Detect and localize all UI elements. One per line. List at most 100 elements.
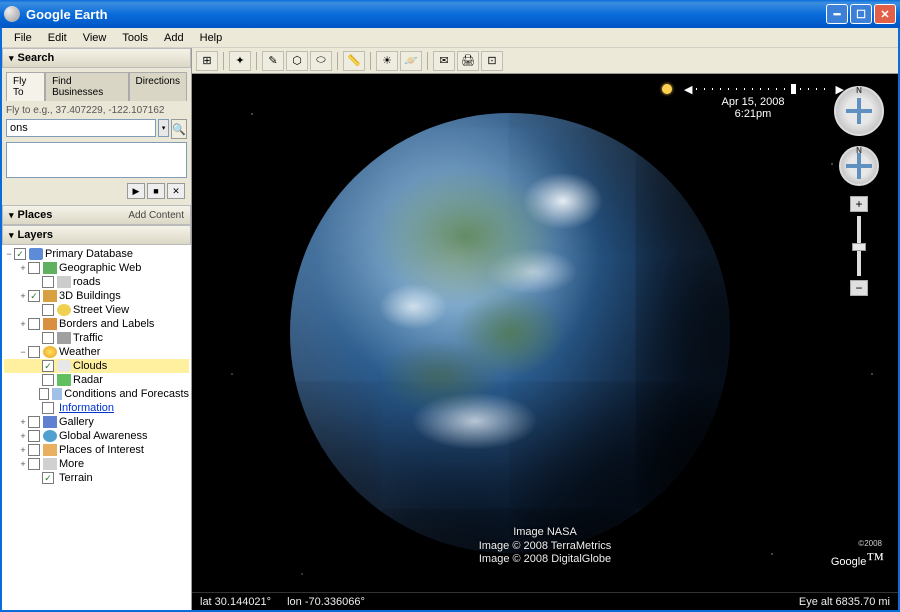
clear-button[interactable]: ✕ [167, 183, 185, 199]
layer-label[interactable]: Geographic Web [59, 262, 141, 274]
layer-checkbox[interactable] [28, 262, 40, 274]
toolbar-polygon[interactable]: ⬡ [286, 51, 308, 71]
layer-checkbox[interactable]: ✓ [28, 290, 40, 302]
expander-icon[interactable]: + [18, 263, 28, 273]
play-button[interactable]: ▶ [127, 183, 145, 199]
layer-checkbox[interactable] [42, 402, 54, 414]
layer-checkbox[interactable] [28, 416, 40, 428]
add-content-link[interactable]: Add Content [128, 210, 184, 221]
toolbar-path[interactable]: ✎ [262, 51, 284, 71]
toolbar-print[interactable]: 🖨 [457, 51, 479, 71]
zoom-out-button[interactable]: − [850, 280, 868, 296]
maximize-button[interactable]: ☐ [850, 4, 872, 24]
layer-row[interactable]: + Borders and Labels [4, 317, 189, 331]
toolbar-overlay[interactable]: ⬭ [310, 51, 332, 71]
layer-row[interactable]: + Places of Interest [4, 443, 189, 457]
layer-label[interactable]: Traffic [73, 332, 103, 344]
zoom-track[interactable] [857, 216, 861, 276]
stop-button[interactable]: ■ [147, 183, 165, 199]
layer-label[interactable]: Gallery [59, 416, 94, 428]
layer-row[interactable]: − Weather [4, 345, 189, 359]
layer-row[interactable]: + Global Awareness [4, 429, 189, 443]
expander-icon[interactable]: + [18, 291, 28, 301]
layer-row[interactable]: + Gallery [4, 415, 189, 429]
layer-checkbox[interactable] [39, 388, 48, 400]
layer-label[interactable]: Borders and Labels [59, 318, 154, 330]
flyto-search-button[interactable]: 🔍 [171, 119, 187, 139]
look-ring[interactable] [834, 86, 884, 136]
menu-help[interactable]: Help [192, 30, 231, 46]
toolbar-sun[interactable]: ☀ [376, 51, 398, 71]
layer-row[interactable]: Street View [4, 303, 189, 317]
layer-row[interactable]: ✓ Clouds [4, 359, 189, 373]
layer-checkbox[interactable]: ✓ [14, 248, 26, 260]
toolbar-ruler[interactable]: 📏 [343, 51, 365, 71]
toolbar-view-in-maps[interactable]: ⊡ [481, 51, 503, 71]
layer-checkbox[interactable] [28, 318, 40, 330]
expander-icon[interactable]: + [18, 431, 28, 441]
expander-icon[interactable]: − [18, 347, 28, 357]
pan-ring[interactable] [839, 146, 879, 186]
earth-view[interactable]: ◀ ▶ Apr 15, 2008 6:21pm + − [192, 74, 898, 592]
layer-row[interactable]: Conditions and Forecasts [4, 387, 189, 401]
layer-checkbox[interactable] [42, 276, 54, 288]
layer-row[interactable]: ✓ Terrain [4, 471, 189, 485]
expander-icon[interactable]: − [4, 249, 14, 259]
minimize-button[interactable]: ━ [826, 4, 848, 24]
zoom-handle[interactable] [852, 243, 866, 251]
layer-label[interactable]: Places of Interest [59, 444, 144, 456]
expander-icon[interactable]: + [18, 445, 28, 455]
menu-file[interactable]: File [6, 30, 40, 46]
layer-row[interactable]: + More [4, 457, 189, 471]
flyto-dropdown[interactable]: ▾ [158, 119, 169, 137]
menu-edit[interactable]: Edit [40, 30, 75, 46]
layer-checkbox[interactable] [42, 304, 54, 316]
layer-checkbox[interactable] [42, 374, 54, 386]
search-panel-header[interactable]: Search [2, 48, 191, 68]
layer-label[interactable]: Street View [73, 304, 129, 316]
layer-label[interactable]: Information [59, 402, 114, 414]
tab-fly-to[interactable]: Fly To [6, 72, 45, 101]
layer-row[interactable]: Traffic [4, 331, 189, 345]
toolbar-email[interactable]: ✉ [433, 51, 455, 71]
earth-globe[interactable] [290, 113, 730, 553]
expander-icon[interactable]: + [18, 417, 28, 427]
zoom-in-button[interactable]: + [850, 196, 868, 212]
time-slider[interactable]: ◀ ▶ Apr 15, 2008 6:21pm [662, 82, 844, 120]
layer-checkbox[interactable] [28, 444, 40, 456]
layer-row[interactable]: Information [4, 401, 189, 415]
layer-checkbox[interactable] [28, 346, 40, 358]
places-panel-header[interactable]: Places Add Content [2, 205, 191, 225]
search-results[interactable] [6, 142, 187, 178]
layer-label[interactable]: Global Awareness [59, 430, 147, 442]
toolbar-panel-toggle[interactable]: ⊞ [196, 51, 218, 71]
layer-label[interactable]: Weather [59, 346, 100, 358]
time-ticks[interactable] [696, 88, 831, 90]
time-handle[interactable] [791, 84, 796, 94]
layers-panel-header[interactable]: Layers [2, 225, 191, 245]
layer-checkbox[interactable] [28, 430, 40, 442]
toolbar-sky[interactable]: 🪐 [400, 51, 422, 71]
layer-label[interactable]: Terrain [59, 472, 93, 484]
time-back[interactable]: ◀ [684, 83, 692, 96]
layer-label[interactable]: roads [73, 276, 101, 288]
layer-checkbox[interactable]: ✓ [42, 360, 54, 372]
close-button[interactable]: ✕ [874, 4, 896, 24]
layer-label[interactable]: More [59, 458, 84, 470]
layer-row[interactable]: Radar [4, 373, 189, 387]
layer-label[interactable]: 3D Buildings [59, 290, 121, 302]
expander-icon[interactable]: + [18, 319, 28, 329]
menu-view[interactable]: View [75, 30, 115, 46]
expander-icon[interactable]: + [18, 459, 28, 469]
layer-label[interactable]: Clouds [73, 360, 107, 372]
layer-row[interactable]: +✓ 3D Buildings [4, 289, 189, 303]
layer-checkbox[interactable] [42, 332, 54, 344]
menu-tools[interactable]: Tools [114, 30, 156, 46]
tab-directions[interactable]: Directions [129, 72, 187, 101]
layer-label[interactable]: Radar [73, 374, 103, 386]
tab-find-businesses[interactable]: Find Businesses [45, 72, 128, 101]
layer-row[interactable]: roads [4, 275, 189, 289]
layer-label[interactable]: Primary Database [45, 248, 133, 260]
toolbar-placemark[interactable]: ✦ [229, 51, 251, 71]
layer-checkbox[interactable]: ✓ [42, 472, 54, 484]
